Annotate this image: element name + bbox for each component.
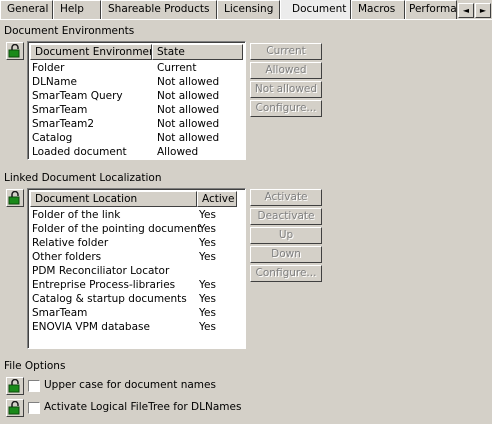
location-active: Yes — [199, 251, 216, 263]
tab-label: Document — [292, 3, 347, 15]
scroll-left-icon[interactable]: ◄ — [458, 3, 474, 18]
location-name: PDM Reconciliator Locator — [32, 265, 170, 277]
tab-scroll: ◄ ► — [458, 1, 492, 19]
tab-performa[interactable]: Performa — [405, 0, 457, 20]
env-state: Not allowed — [157, 76, 220, 88]
location-name: Catalog & startup documents — [32, 293, 187, 305]
lock-icon[interactable] — [6, 189, 24, 207]
tab-help[interactable]: Help — [53, 0, 101, 20]
down-button[interactable]: Down — [250, 246, 322, 263]
location-active: Yes — [199, 293, 216, 305]
lock-icon[interactable] — [6, 399, 24, 417]
column-active[interactable]: Active — [197, 191, 237, 207]
tab-label: Performa — [409, 3, 457, 15]
scroll-right-icon[interactable]: ► — [475, 3, 491, 18]
configure-environment-button[interactable]: Configure... — [250, 100, 322, 117]
scroll-right-glyph: ► — [479, 6, 487, 15]
location-active: Yes — [199, 209, 216, 221]
tab-base-line — [0, 19, 492, 20]
scroll-left-glyph: ◄ — [462, 6, 470, 15]
env-state: Not allowed — [157, 132, 220, 144]
tab-macros[interactable]: Macros — [351, 0, 405, 20]
env-state: Allowed — [157, 146, 199, 158]
env-state: Not allowed — [157, 118, 220, 130]
env-state: Current — [157, 62, 197, 74]
env-name: SmarTeam — [32, 104, 88, 116]
env-name: SmarTeam2 — [32, 118, 95, 130]
tab-general[interactable]: General — [0, 0, 53, 20]
document-environments-list[interactable]: Document Environment State Folder Current… — [27, 41, 246, 160]
deactivate-button[interactable]: Deactivate — [250, 208, 322, 225]
current-button[interactable]: Current — [250, 43, 322, 60]
upper-case-option: Upper case for document names — [4, 376, 304, 396]
env-name: Folder — [32, 62, 65, 74]
logical-filetree-option: Activate Logical FileTree for DLNames — [4, 398, 304, 418]
logical-filetree-label: Activate Logical FileTree for DLNames — [44, 401, 242, 413]
linked-document-localization-label: Linked Document Localization — [4, 172, 162, 184]
tab-document[interactable]: Document — [280, 0, 351, 20]
location-active: Yes — [199, 321, 216, 333]
configure-location-button[interactable]: Configure... — [250, 265, 322, 282]
location-name: Relative folder — [32, 237, 109, 249]
column-document-location[interactable]: Document Location — [30, 191, 197, 207]
location-active: Yes — [199, 237, 216, 249]
env-state: Not allowed — [157, 90, 220, 102]
file-options-label: File Options — [4, 360, 66, 372]
tab-label: Licensing — [224, 3, 274, 15]
upper-case-checkbox[interactable] — [28, 380, 40, 392]
location-name: Entreprise Process-libraries — [32, 279, 176, 291]
up-button[interactable]: Up — [250, 227, 322, 244]
env-name: SmarTeam Query — [32, 90, 123, 102]
location-name: Folder of the pointing document — [32, 223, 202, 235]
document-location-list[interactable]: Document Location Active Folder of the l… — [27, 188, 246, 349]
location-name: Folder of the link — [32, 209, 121, 221]
tab-licensing[interactable]: Licensing — [217, 0, 280, 20]
tab-shareable-products[interactable]: Shareable Products — [101, 0, 217, 20]
location-active: Yes — [199, 307, 216, 319]
column-state[interactable]: State — [152, 44, 243, 60]
tab-label: Help — [60, 3, 84, 15]
env-name: Loaded document — [32, 146, 127, 158]
column-document-environment[interactable]: Document Environment — [30, 44, 152, 60]
not-allowed-button[interactable]: Not allowed — [250, 81, 322, 98]
lock-icon[interactable] — [6, 377, 24, 395]
env-name: Catalog — [32, 132, 73, 144]
tab-label: General — [7, 3, 49, 15]
location-name: SmarTeam — [32, 307, 88, 319]
tab-strip: General Help Shareable Products Licensin… — [0, 0, 492, 20]
env-state: Not allowed — [157, 104, 220, 116]
upper-case-label: Upper case for document names — [44, 379, 216, 391]
location-name: Other folders — [32, 251, 102, 263]
location-name: ENOVIA VPM database — [32, 321, 150, 333]
allowed-button[interactable]: Allowed — [250, 62, 322, 79]
tab-label: Macros — [358, 3, 396, 15]
activate-button[interactable]: Activate — [250, 189, 322, 206]
env-name: DLName — [32, 76, 77, 88]
logical-filetree-checkbox[interactable] — [28, 402, 40, 414]
tab-label: Shareable Products — [108, 3, 210, 15]
location-active: Yes — [199, 223, 216, 235]
lock-icon[interactable] — [6, 42, 24, 60]
location-active: Yes — [199, 279, 216, 291]
document-environments-label: Document Environments — [4, 25, 135, 37]
